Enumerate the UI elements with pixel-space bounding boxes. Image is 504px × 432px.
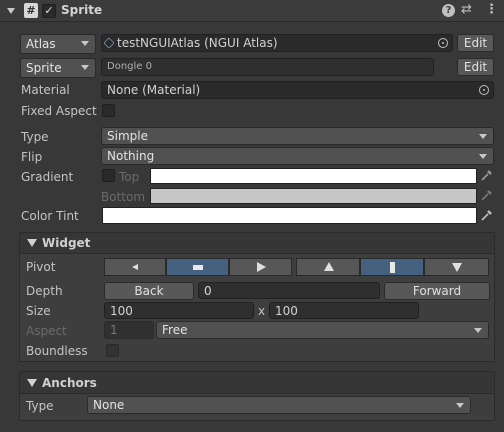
boundless-checkbox[interactable] — [106, 344, 119, 357]
flip-label: Flip — [21, 150, 43, 164]
pivot-center-v-button[interactable] — [360, 258, 424, 276]
width-field[interactable]: 100 — [104, 302, 254, 319]
eyedropper-icon[interactable] — [480, 208, 494, 222]
gradient-label: Gradient — [21, 170, 74, 184]
gradient-top-label: Top — [119, 170, 140, 184]
anchors-type-label: Type — [26, 399, 54, 413]
color-tint-label: Color Tint — [21, 209, 79, 223]
depth-back-button[interactable]: Back — [104, 282, 194, 300]
foldout-arrow-icon — [27, 379, 37, 387]
fixed-aspect-label: Fixed Aspect — [21, 104, 97, 118]
fixed-aspect-checkbox[interactable] — [102, 104, 115, 117]
depth-field[interactable]: 0 — [198, 282, 380, 299]
pivot-left-button[interactable] — [104, 258, 166, 276]
object-picker-icon[interactable] — [479, 85, 489, 95]
pivot-top-button[interactable] — [296, 258, 360, 276]
aspect-label: Aspect — [26, 324, 67, 338]
widget-title: Widget — [42, 236, 91, 250]
foldout-arrow-icon[interactable] — [7, 8, 15, 14]
sprite-edit-button[interactable]: Edit — [457, 58, 494, 76]
chevron-down-icon — [474, 328, 482, 333]
depth-label: Depth — [26, 284, 63, 298]
boundless-label: Boundless — [26, 344, 88, 358]
aspect-field: 1 — [104, 321, 154, 339]
flip-dropdown[interactable]: Nothing — [101, 147, 494, 165]
aspect-mode-dropdown[interactable]: Free — [156, 321, 489, 339]
widget-header[interactable]: Widget — [20, 233, 494, 254]
pivot-bottom-button[interactable] — [424, 258, 489, 276]
chevron-down-icon — [479, 134, 487, 139]
material-label: Material — [21, 83, 70, 97]
gradient-bottom-label: Bottom — [101, 190, 146, 204]
atlas-field[interactable]: testNGUIAtlas (NGUI Atlas) — [101, 34, 453, 52]
component-title: Sprite — [61, 3, 103, 17]
anchors-header[interactable]: Anchors — [20, 372, 494, 394]
color-tint-field[interactable] — [102, 207, 477, 224]
atlas-dropdown[interactable]: Atlas — [20, 34, 96, 54]
center-icon — [390, 262, 395, 273]
chevron-down-icon — [456, 403, 464, 408]
context-menu-icon[interactable]: ⋮ — [485, 2, 498, 17]
pivot-center-h-button[interactable] — [166, 258, 229, 276]
anchors-title: Anchors — [42, 376, 97, 390]
object-picker-icon[interactable] — [438, 38, 448, 48]
type-dropdown[interactable]: Simple — [101, 127, 494, 145]
material-field[interactable]: None (Material) — [101, 81, 494, 99]
sprite-field[interactable]: Dongle 0 — [101, 58, 434, 76]
script-icon: # — [24, 3, 38, 18]
sprite-dropdown[interactable]: Sprite — [20, 58, 96, 78]
size-separator: x — [258, 304, 266, 318]
gradient-top-color[interactable] — [150, 168, 477, 184]
component-header: # ✓ Sprite ? ⇄ ⋮ — [0, 0, 504, 22]
preset-icon[interactable]: ⇄ — [461, 2, 472, 17]
chevron-down-icon — [81, 65, 89, 70]
arrow-right-icon — [257, 262, 266, 272]
height-field[interactable]: 100 — [269, 302, 419, 319]
size-label: Size — [26, 304, 51, 318]
arrow-left-icon — [132, 264, 138, 270]
chevron-down-icon — [479, 154, 487, 159]
gradient-bottom-color[interactable] — [150, 188, 477, 204]
eyedropper-icon[interactable] — [480, 168, 494, 182]
foldout-arrow-icon — [27, 239, 37, 247]
pivot-right-button[interactable] — [229, 258, 292, 276]
arrow-down-icon — [452, 263, 462, 272]
gradient-checkbox[interactable] — [102, 169, 115, 182]
depth-forward-button[interactable]: Forward — [384, 282, 490, 300]
chevron-down-icon — [81, 41, 89, 46]
type-label: Type — [21, 130, 49, 144]
pivot-label: Pivot — [26, 260, 56, 274]
atlas-asset-icon — [103, 37, 115, 49]
enable-checkbox[interactable]: ✓ — [42, 4, 56, 18]
help-icon[interactable]: ? — [442, 4, 455, 17]
atlas-edit-button[interactable]: Edit — [457, 34, 494, 52]
arrow-up-icon — [324, 262, 334, 271]
eyedropper-icon[interactable] — [480, 188, 494, 202]
center-icon — [193, 265, 203, 270]
anchors-type-dropdown[interactable]: None — [87, 396, 471, 414]
